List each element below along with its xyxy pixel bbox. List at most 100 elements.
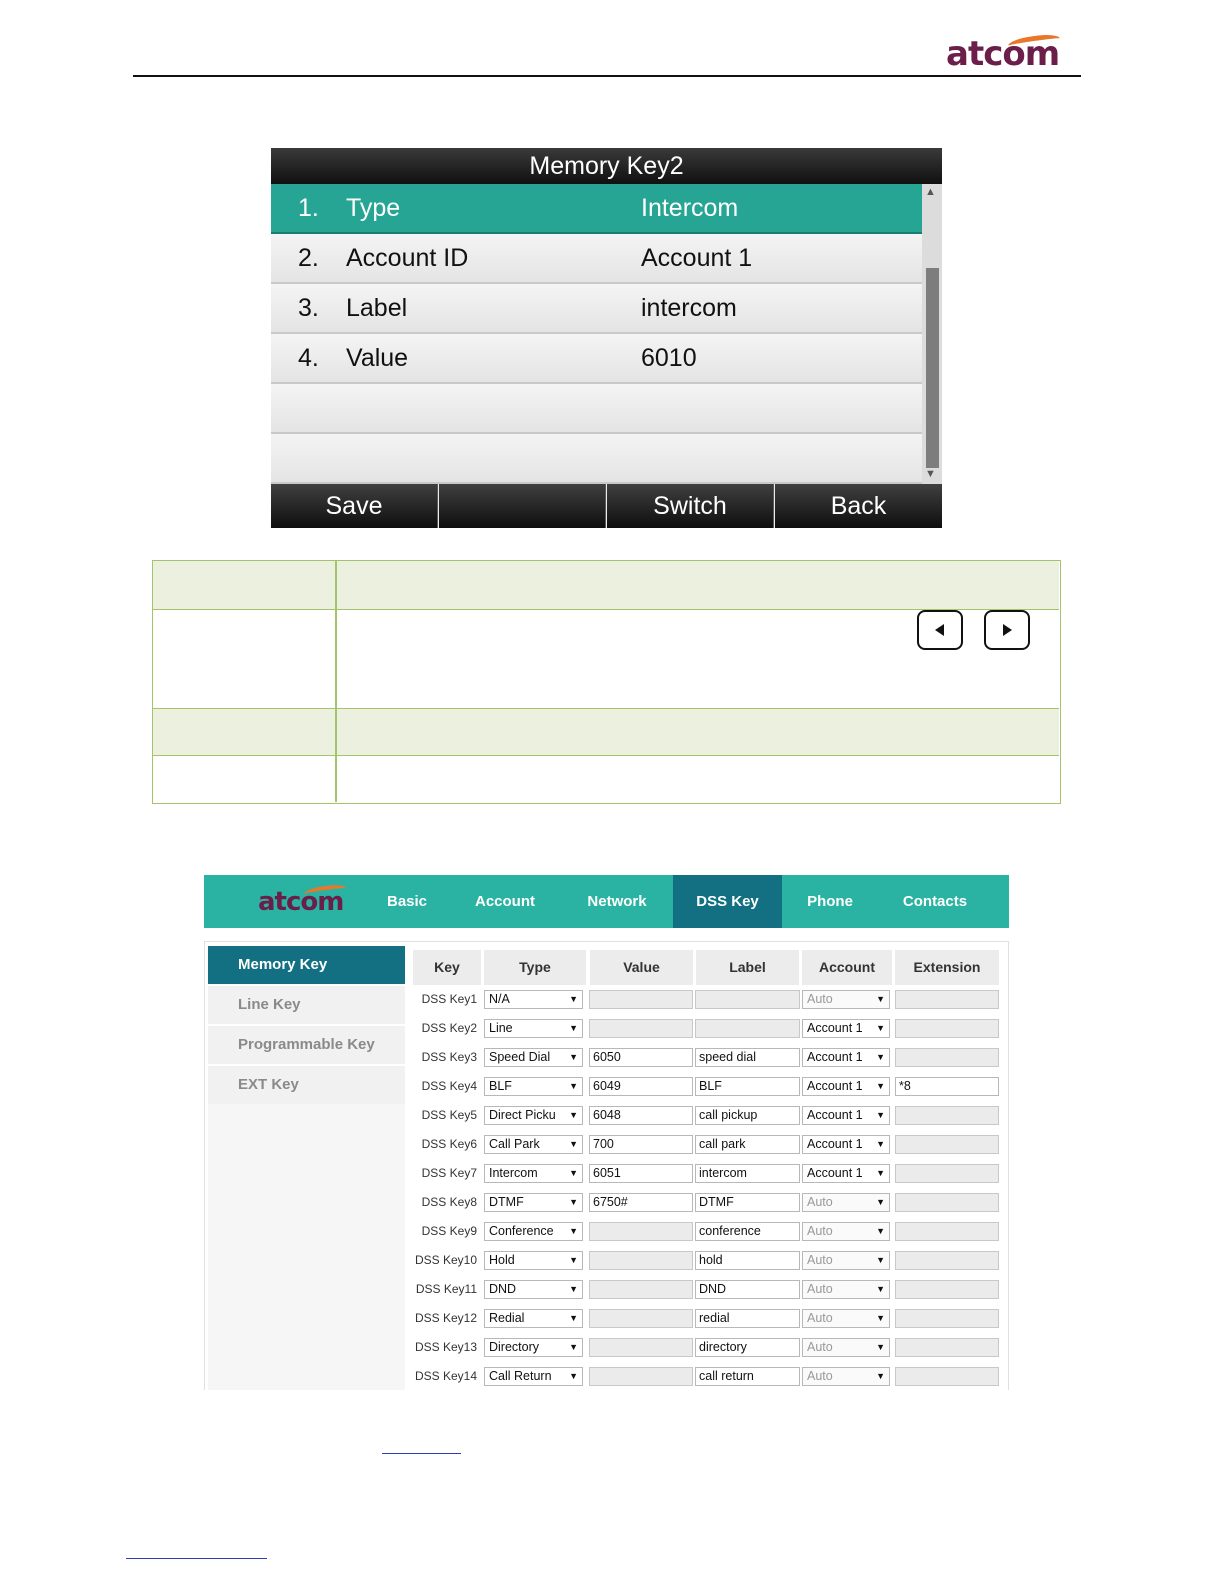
extension-input[interactable]	[895, 1048, 999, 1067]
extension-input[interactable]	[895, 1135, 999, 1154]
scroll-up-icon[interactable]: ▲	[925, 186, 936, 198]
account-select[interactable]: Auto ▼	[802, 1193, 890, 1212]
account-select[interactable]: Auto ▼	[802, 1309, 890, 1328]
label-input[interactable]	[695, 990, 800, 1009]
account-select[interactable]: Account 1 ▼	[802, 1135, 890, 1154]
phone-row-account-id[interactable]: 2. Account ID Account 1	[271, 234, 922, 284]
account-select[interactable]: Auto ▼	[802, 990, 890, 1009]
type-select[interactable]: Hold ▼	[484, 1251, 583, 1270]
value-input[interactable]: 6049	[589, 1077, 693, 1096]
phone-row-type[interactable]: 1. Type Intercom	[271, 184, 922, 234]
type-select[interactable]: Redial ▼	[484, 1309, 583, 1328]
dropdown-arrow-icon: ▼	[569, 1313, 578, 1323]
nav-account[interactable]: Account	[461, 875, 549, 928]
label-input[interactable]: conference	[695, 1222, 800, 1241]
label-input[interactable]: DTMF	[695, 1193, 800, 1212]
extension-input[interactable]: *8	[895, 1077, 999, 1096]
label-input[interactable]: call return	[695, 1367, 800, 1386]
value-input[interactable]	[589, 1251, 693, 1270]
extension-input[interactable]	[895, 1106, 999, 1125]
type-select[interactable]: Directory ▼	[484, 1338, 583, 1357]
type-select[interactable]: Intercom ▼	[484, 1164, 583, 1183]
type-select[interactable]: DND ▼	[484, 1280, 583, 1299]
extension-input[interactable]	[895, 1338, 999, 1357]
account-select[interactable]: Auto ▼	[802, 1280, 890, 1299]
account-select[interactable]: Account 1 ▼	[802, 1106, 890, 1125]
nav-network[interactable]: Network	[566, 875, 668, 928]
type-select[interactable]: Direct Picku ▼	[484, 1106, 583, 1125]
value-input[interactable]: 6051	[589, 1164, 693, 1183]
softkey-save[interactable]: Save	[271, 484, 438, 528]
nav-contacts[interactable]: Contacts	[886, 875, 984, 928]
value-input[interactable]	[589, 1338, 693, 1357]
label-input[interactable]: call park	[695, 1135, 800, 1154]
column-header-account: Account	[802, 950, 892, 985]
extension-input[interactable]	[895, 1019, 999, 1038]
label-input[interactable]: DND	[695, 1280, 800, 1299]
value-input[interactable]: 6750#	[589, 1193, 693, 1212]
extension-input[interactable]	[895, 1251, 999, 1270]
extension-input[interactable]	[895, 1164, 999, 1183]
nav-dss-key[interactable]: DSS Key	[673, 875, 782, 928]
label-input[interactable]: redial	[695, 1309, 800, 1328]
phone-row-value[interactable]: 4. Value 6010	[271, 334, 922, 384]
extension-input[interactable]	[895, 1222, 999, 1241]
label-input[interactable]: speed dial	[695, 1048, 800, 1067]
softkey-back[interactable]: Back	[775, 484, 942, 528]
label-input[interactable]: call pickup	[695, 1106, 800, 1125]
account-select-value: Auto	[807, 1369, 833, 1383]
nav-phone[interactable]: Phone	[788, 875, 872, 928]
row-number: 1.	[298, 194, 319, 222]
sidebar-item-programmable-key[interactable]: Programmable Key	[208, 1026, 405, 1064]
type-select[interactable]: BLF ▼	[484, 1077, 583, 1096]
extension-input[interactable]	[895, 990, 999, 1009]
extension-input[interactable]	[895, 1367, 999, 1386]
account-select[interactable]: Account 1 ▼	[802, 1077, 890, 1096]
label-input[interactable]	[695, 1019, 800, 1038]
row-label: Label	[346, 294, 408, 322]
nav-basic[interactable]: Basic	[370, 875, 444, 928]
sidebar-item-memory-key[interactable]: Memory Key	[208, 946, 405, 984]
account-select[interactable]: Account 1 ▼	[802, 1164, 890, 1183]
sidebar-item-line-key[interactable]: Line Key	[208, 986, 405, 1024]
column-header-key: Key	[413, 950, 481, 985]
account-select[interactable]: Auto ▼	[802, 1251, 890, 1270]
dss-key-name: DSS Key4	[421, 1079, 477, 1093]
account-select[interactable]: Auto ▼	[802, 1338, 890, 1357]
column-header-value: Value	[590, 950, 693, 985]
type-select[interactable]: N/A ▼	[484, 990, 583, 1009]
type-select[interactable]: Speed Dial ▼	[484, 1048, 583, 1067]
value-input[interactable]	[589, 1367, 693, 1386]
type-select[interactable]: Conference ▼	[484, 1222, 583, 1241]
value-input[interactable]	[589, 1309, 693, 1328]
type-select[interactable]: Call Park ▼	[484, 1135, 583, 1154]
label-input[interactable]: hold	[695, 1251, 800, 1270]
account-select[interactable]: Account 1 ▼	[802, 1019, 890, 1038]
softkey-blank[interactable]	[439, 484, 606, 528]
account-select[interactable]: Account 1 ▼	[802, 1048, 890, 1067]
value-input[interactable]: 6048	[589, 1106, 693, 1125]
scrollbar-thumb[interactable]	[926, 268, 939, 468]
value-input[interactable]	[589, 990, 693, 1009]
sidebar-fill	[208, 1104, 405, 1390]
phone-row-label[interactable]: 3. Label intercom	[271, 284, 922, 334]
account-select[interactable]: Auto ▼	[802, 1222, 890, 1241]
label-input[interactable]: intercom	[695, 1164, 800, 1183]
scroll-down-icon[interactable]: ▼	[925, 468, 936, 480]
account-select[interactable]: Auto ▼	[802, 1367, 890, 1386]
value-input[interactable]: 6050	[589, 1048, 693, 1067]
value-input[interactable]	[589, 1222, 693, 1241]
value-input[interactable]	[589, 1019, 693, 1038]
label-input[interactable]: directory	[695, 1338, 800, 1357]
type-select[interactable]: Call Return ▼	[484, 1367, 583, 1386]
value-input[interactable]	[589, 1280, 693, 1299]
type-select[interactable]: Line ▼	[484, 1019, 583, 1038]
extension-input[interactable]	[895, 1280, 999, 1299]
type-select[interactable]: DTMF ▼	[484, 1193, 583, 1212]
extension-input[interactable]	[895, 1309, 999, 1328]
sidebar-item-ext-key[interactable]: EXT Key	[208, 1066, 405, 1104]
extension-input[interactable]	[895, 1193, 999, 1212]
label-input[interactable]: BLF	[695, 1077, 800, 1096]
value-input[interactable]: 700	[589, 1135, 693, 1154]
softkey-switch[interactable]: Switch	[607, 484, 774, 528]
